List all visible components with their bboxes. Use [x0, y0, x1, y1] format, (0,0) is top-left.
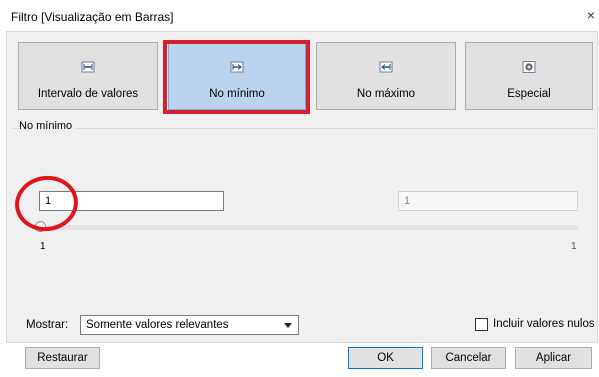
cancel-button[interactable]: Cancelar	[431, 347, 506, 369]
mode-special-label: Especial	[507, 88, 551, 100]
mode-range-button[interactable]: Intervalo de valores	[18, 42, 158, 110]
show-label: Mostrar:	[26, 319, 69, 331]
reset-button[interactable]: Restaurar	[25, 347, 100, 369]
show-dropdown-value: Somente valores relevantes	[86, 319, 229, 331]
mode-range-label: Intervalo de valores	[37, 88, 139, 100]
close-icon[interactable]: ×	[587, 8, 595, 22]
dialog-title: Filtro [Visualização em Barras]	[11, 10, 174, 24]
include-nulls-label[interactable]: Incluir valores nulos	[493, 318, 595, 330]
mode-special-button[interactable]: Especial	[465, 42, 593, 110]
section-divider	[12, 128, 595, 129]
chevron-down-icon	[284, 323, 292, 328]
special-icon	[522, 61, 536, 73]
slider-max-label: 1	[571, 241, 577, 252]
slider-min-label: 1	[40, 241, 46, 252]
mode-at-most-label: No máximo	[356, 88, 416, 100]
section-label: No mínimo	[19, 120, 76, 132]
mode-at-least-button[interactable]: No mínimo	[168, 42, 306, 110]
mode-at-most-button[interactable]: No máximo	[316, 42, 456, 110]
range-slider-track[interactable]	[40, 225, 578, 230]
mode-at-least-label: No mínimo	[209, 88, 265, 100]
at-most-icon	[379, 61, 393, 73]
apply-button[interactable]: Aplicar	[515, 347, 592, 369]
max-value-input: 1	[398, 191, 578, 211]
min-value-input[interactable]: 1	[39, 191, 224, 211]
at-least-icon	[230, 61, 244, 73]
range-icon	[81, 61, 95, 73]
slider-handle[interactable]	[35, 221, 46, 232]
show-dropdown[interactable]: Somente valores relevantes	[80, 315, 299, 335]
ok-button[interactable]: OK	[348, 347, 423, 369]
include-nulls-checkbox[interactable]	[475, 318, 488, 331]
